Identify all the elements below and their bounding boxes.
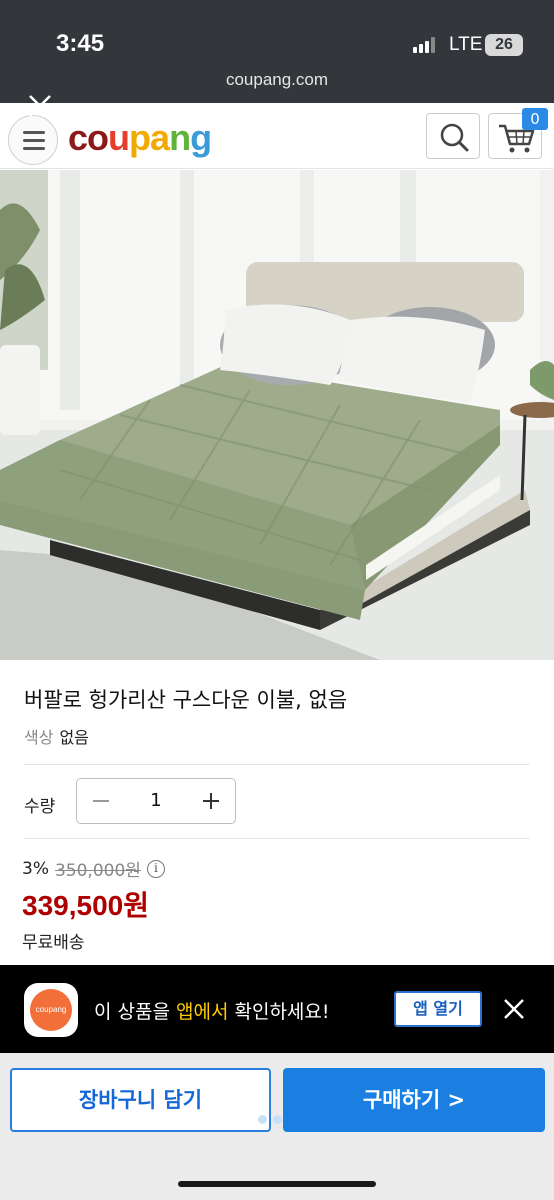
- banner-text-highlight: 앱에서: [176, 1001, 229, 1023]
- info-icon[interactable]: i: [146, 859, 165, 878]
- network-type: LTE: [449, 34, 483, 55]
- page-indicator: [258, 1109, 288, 1128]
- quantity-label: 수량: [24, 797, 56, 817]
- logo-letter: a: [150, 117, 170, 158]
- logo-letter: c: [68, 117, 88, 158]
- menu-button[interactable]: [8, 115, 58, 165]
- discount-rate: 3%: [22, 858, 49, 879]
- quantity-decrease-button[interactable]: [77, 779, 125, 823]
- search-icon: [440, 123, 469, 152]
- logo-letter: u: [108, 117, 130, 158]
- divider: [24, 838, 530, 839]
- site-header: coupang: [0, 103, 554, 169]
- quantity-increase-button[interactable]: [187, 779, 235, 823]
- quantity-value[interactable]: 1: [125, 779, 187, 823]
- original-price: 350,000원: [54, 861, 141, 881]
- status-bar: 3:45 LTE 26 coupang.com: [0, 0, 554, 103]
- search-button[interactable]: [426, 113, 480, 159]
- logo-letter: g: [190, 117, 212, 158]
- logo-letter: o: [87, 117, 109, 158]
- logo-letter: p: [129, 117, 151, 158]
- open-app-button[interactable]: 앱 열기: [394, 991, 482, 1027]
- product-image[interactable]: [0, 170, 554, 660]
- add-to-cart-button[interactable]: 장바구니 담기: [10, 1068, 271, 1132]
- option-value: 없음: [59, 728, 89, 747]
- option-label: 색상: [24, 728, 54, 747]
- close-icon[interactable]: [502, 997, 526, 1021]
- minus-icon: [93, 800, 109, 802]
- quantity-stepper[interactable]: 1: [76, 778, 236, 824]
- app-banner: coupang 이 상품을 앱에서 확인하세요! 앱 열기: [0, 965, 554, 1053]
- status-time: 3:45: [56, 30, 105, 57]
- battery-indicator: 26: [485, 34, 523, 56]
- divider: [24, 764, 530, 765]
- close-icon[interactable]: [26, 92, 54, 120]
- bottom-action-bar: 장바구니 담기 구매하기 >: [0, 1053, 554, 1200]
- bed-photo: [0, 170, 554, 660]
- buy-now-button[interactable]: 구매하기 >: [283, 1068, 545, 1132]
- shipping-info: 무료배송: [22, 933, 85, 953]
- cart-count-badge: 0: [522, 108, 548, 130]
- home-indicator[interactable]: [178, 1181, 376, 1187]
- product-title: 버팔로 헝가리산 구스다운 이불, 없음: [24, 688, 348, 712]
- sale-price: 339,500원: [22, 890, 149, 921]
- coupang-logo[interactable]: coupang: [68, 117, 212, 159]
- discount-row: 3% 350,000원 i: [22, 856, 165, 881]
- logo-letter: n: [169, 117, 191, 158]
- plus-icon: [203, 793, 219, 809]
- option-row[interactable]: 색상 없음: [24, 724, 89, 748]
- banner-text-before: 이 상품을: [94, 1001, 176, 1023]
- signal-icon: [413, 37, 439, 53]
- coupang-app-icon: coupang: [24, 983, 78, 1037]
- app-icon-label: coupang: [30, 989, 72, 1031]
- banner-message: 이 상품을 앱에서 확인하세요!: [94, 997, 330, 1024]
- banner-text-after: 확인하세요!: [228, 1001, 330, 1023]
- browser-url[interactable]: coupang.com: [0, 70, 554, 90]
